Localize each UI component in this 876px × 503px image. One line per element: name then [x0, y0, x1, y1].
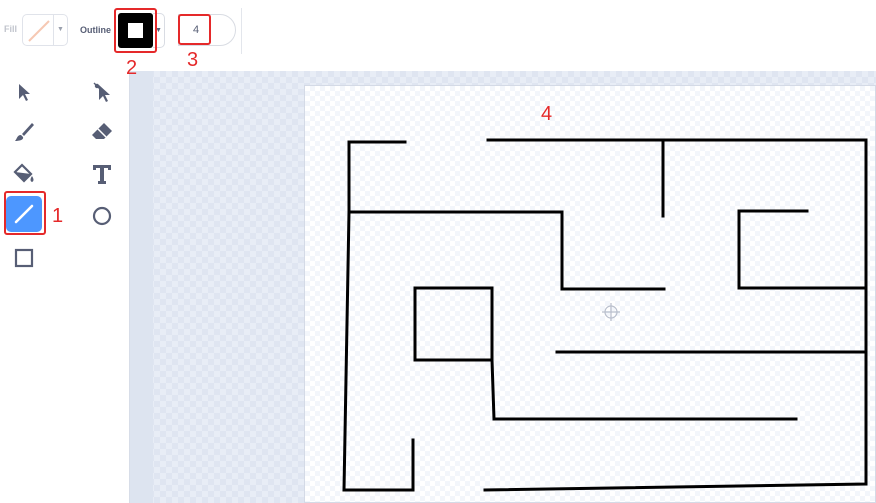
drawing-stage[interactable] [304, 85, 876, 503]
crosshair-icon [602, 303, 620, 321]
maze-drawing[interactable] [305, 86, 876, 503]
eraser-icon [92, 123, 112, 139]
fill-color-button[interactable] [22, 14, 54, 46]
rectangle-icon [14, 248, 34, 268]
outline-label: Outline [80, 25, 111, 35]
arrow-cursor-icon [19, 84, 30, 101]
reshape-tool[interactable] [84, 74, 120, 110]
fill-label: Fill [4, 24, 17, 34]
canvas-scroll-gutter [130, 71, 153, 503]
highlight-stroke-width [178, 14, 211, 45]
maze-wall[interactable] [413, 286, 494, 362]
paint-editor: Fill ▼ Outline ▼ 4 1 2 3 4 [0, 0, 876, 503]
maze-wall[interactable] [490, 358, 496, 421]
eraser-tool[interactable] [84, 114, 120, 150]
brush-icon [15, 123, 34, 141]
highlight-line-tool [4, 191, 46, 235]
text-T-icon [93, 165, 111, 184]
toolbar-divider [241, 8, 242, 54]
annotation-number-4: 4 [541, 103, 553, 125]
circle-tool[interactable] [84, 198, 120, 234]
circle-icon [92, 206, 112, 226]
paint-bucket-icon [13, 163, 34, 183]
maze-wall[interactable] [342, 140, 415, 492]
highlight-outline-color [114, 8, 157, 53]
rectangle-tool[interactable] [6, 240, 42, 276]
no-fill-icon [28, 20, 50, 42]
annotation-number-3: 3 [187, 49, 199, 71]
brush-tool[interactable] [6, 114, 42, 150]
maze-wall[interactable] [347, 210, 666, 291]
select-tool[interactable] [6, 74, 42, 110]
annotation-number-2: 2 [126, 57, 138, 79]
maze-wall[interactable] [737, 209, 868, 290]
reshape-cursor-icon [93, 82, 110, 102]
fill-dropdown-caret[interactable]: ▼ [54, 14, 68, 46]
annotation-number-1: 1 [52, 205, 64, 227]
fill-tool[interactable] [6, 156, 42, 192]
text-tool[interactable] [84, 156, 120, 192]
maze-wall[interactable] [483, 138, 868, 492]
